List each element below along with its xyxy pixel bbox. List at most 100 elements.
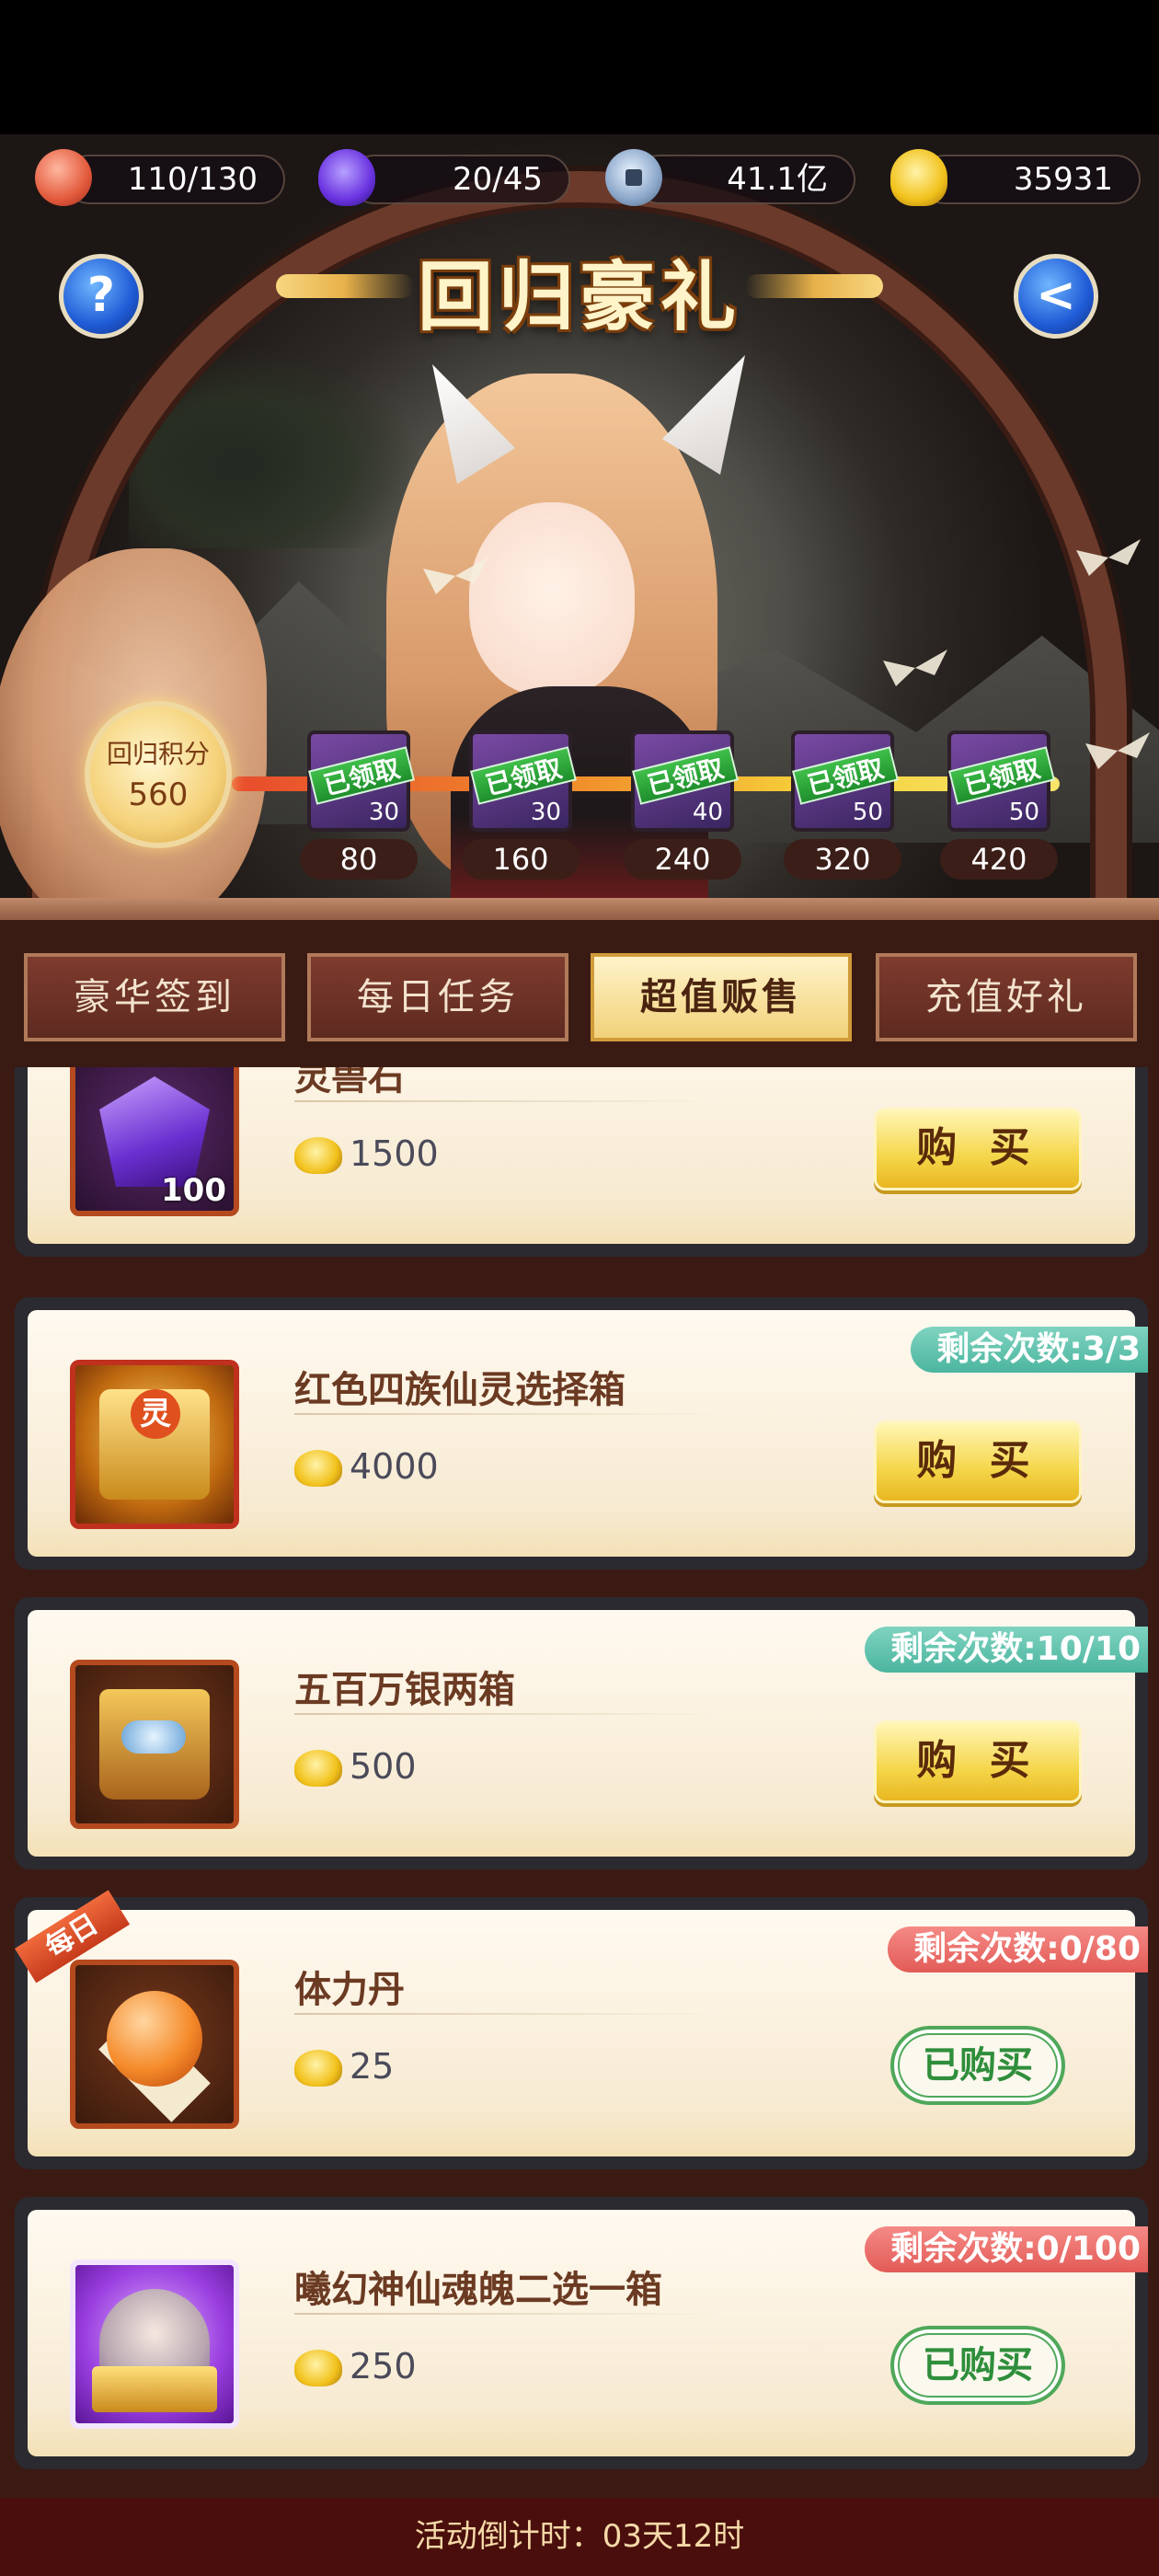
claimed-tag: 已领取: [308, 746, 415, 805]
remaining-count-badge: 剩余次数:0/80: [888, 1926, 1148, 1972]
item-icon-frame: [70, 1960, 239, 2129]
reward-qty: 30: [368, 799, 399, 826]
tab-luxury-signin[interactable]: 豪华签到: [24, 953, 285, 1041]
score-value: 560: [128, 776, 189, 813]
card-background: 100 灵兽石 1500 购 买: [28, 1067, 1135, 1244]
purchased-button: 已购买: [890, 2026, 1065, 2105]
claimed-tag: 已领取: [792, 746, 899, 805]
milestone-score: 240: [624, 839, 741, 880]
gold-ingot-icon: [890, 149, 947, 206]
list-item: 灵 红色四族仙灵选择箱 4000 剩余次数:3/3 购 买: [15, 1297, 1148, 1570]
spirit-badge-icon: 灵: [131, 1389, 180, 1439]
banner: 110/130 20/45 41.1亿 35931 ? < 回归豪礼 30 已领…: [0, 134, 1159, 944]
copper-coin-icon: [605, 149, 662, 206]
divider: [294, 1413, 717, 1415]
resource-gold: 35931: [920, 155, 1141, 204]
milestone-score: 420: [940, 839, 1058, 880]
reward-qty: 30: [530, 799, 561, 826]
item-price: 1500: [350, 1133, 439, 1174]
divider: [294, 2313, 717, 2315]
return-score-badge: 回归积分 560: [85, 701, 232, 848]
item-icon-frame: 灵: [70, 1360, 239, 1529]
milestone-score: 80: [300, 839, 418, 880]
remaining-count-badge: 剩余次数:3/3: [911, 1327, 1148, 1373]
item-price: 250: [350, 2346, 417, 2386]
soul-chest-icon: [92, 2366, 217, 2412]
gold-ingot-icon: [294, 1450, 342, 1487]
tab-value-sale[interactable]: 超值贩售: [591, 953, 852, 1041]
item-price: 25: [350, 2046, 395, 2087]
claimed-tag: 已领取: [470, 746, 577, 805]
milestone-score: 320: [784, 839, 901, 880]
question-icon: ?: [86, 268, 116, 323]
score-label: 回归积分: [106, 739, 210, 769]
card-background: 灵 红色四族仙灵选择箱 4000 剩余次数:3/3 购 买: [28, 1310, 1148, 1557]
silver-ingot-icon: [121, 1720, 186, 1754]
remaining-count-badge: 剩余次数:0/100: [865, 2226, 1148, 2272]
list-item: 五百万银两箱 500 剩余次数:10/10 购 买: [15, 1597, 1148, 1869]
milestone-score: 160: [462, 839, 580, 880]
divider: [294, 1713, 717, 1715]
resource-value: 35931: [1013, 161, 1113, 198]
gold-ingot-icon: [294, 2350, 342, 2386]
item-name: 五百万银两箱: [294, 1669, 515, 1711]
character-face: [469, 502, 635, 696]
event-countdown: 活动倒计时：03天12时: [0, 2498, 1159, 2576]
resource-value: 110/130: [127, 161, 258, 198]
page-title: 回归豪礼: [417, 254, 741, 341]
item-price: 500: [350, 1746, 417, 1787]
back-button[interactable]: <: [1014, 254, 1098, 339]
list-item: 曦幻神仙魂魄二选一箱 250 剩余次数:0/100 已购买: [15, 2197, 1148, 2469]
milestone-reward-3[interactable]: 40 已领取: [631, 730, 739, 832]
card-background: 体力丹 25 剩余次数:0/80 已购买: [28, 1910, 1148, 2156]
item-price: 4000: [350, 1446, 439, 1487]
reward-qty: 40: [692, 799, 723, 826]
reward-qty: 50: [1008, 799, 1039, 826]
claimed-tag: 已领取: [632, 746, 739, 805]
resource-spirit: 20/45: [350, 155, 570, 204]
purchased-button: 已购买: [890, 2326, 1065, 2405]
reward-qty: 50: [852, 799, 883, 826]
resource-copper: 41.1亿: [635, 155, 855, 204]
buy-button[interactable]: 购 买: [874, 1720, 1082, 1803]
stamina-pill-icon: [107, 1991, 202, 2087]
item-icon-frame: 100: [70, 1067, 239, 1216]
help-button[interactable]: ?: [59, 254, 143, 339]
item-qty: 100: [161, 1172, 226, 1209]
divider: [294, 1100, 717, 1102]
resource-value: 41.1亿: [727, 161, 828, 198]
status-bar: [0, 0, 1159, 134]
milestone-reward-5[interactable]: 50 已领取: [947, 730, 1055, 832]
claimed-tag: 已领取: [948, 746, 1055, 805]
spirit-flame-icon: [318, 149, 375, 206]
item-name: 灵兽石: [294, 1067, 405, 1098]
divider: [294, 2013, 717, 2015]
item-icon-frame: [70, 2260, 239, 2429]
shop-list[interactable]: 100 灵兽石 1500 购 买 灵 红色四族仙灵选择箱 4000 剩余次数:3…: [0, 1067, 1159, 2498]
item-name: 曦幻神仙魂魄二选一箱: [294, 2269, 662, 2311]
item-icon-frame: [70, 1660, 239, 1829]
resource-peach: 110/130: [64, 155, 285, 204]
card-background: 曦幻神仙魂魄二选一箱 250 剩余次数:0/100 已购买: [28, 2210, 1148, 2456]
milestone-reward-2[interactable]: 30 已领取: [469, 730, 577, 832]
tab-bar: 豪华签到 每日任务 超值贩售 充值好礼: [0, 920, 1159, 1067]
back-arrow-icon: <: [1036, 268, 1076, 323]
list-item: 体力丹 25 剩余次数:0/80 已购买 每日: [15, 1890, 1148, 2169]
gold-ingot-icon: [294, 1750, 342, 1787]
tab-recharge-gifts[interactable]: 充值好礼: [876, 953, 1137, 1041]
milestone-reward-4[interactable]: 50 已领取: [791, 730, 899, 832]
buy-button[interactable]: 购 买: [874, 1108, 1082, 1190]
list-item: 100 灵兽石 1500 购 买: [15, 1067, 1148, 1257]
gold-ingot-icon: [294, 2050, 342, 2087]
remaining-count-badge: 剩余次数:10/10: [865, 1627, 1148, 1673]
spirit-stone-icon: [99, 1076, 210, 1187]
milestone-reward-1[interactable]: 30 已领取: [307, 730, 415, 832]
item-name: 红色四族仙灵选择箱: [294, 1369, 625, 1411]
peach-icon: [35, 149, 92, 206]
tab-daily-tasks[interactable]: 每日任务: [307, 953, 568, 1041]
item-name: 体力丹: [294, 1969, 405, 2011]
resource-value: 20/45: [453, 161, 543, 198]
card-background: 五百万银两箱 500 剩余次数:10/10 购 买: [28, 1610, 1148, 1857]
buy-button[interactable]: 购 买: [874, 1420, 1082, 1503]
gold-ingot-icon: [294, 1137, 342, 1174]
